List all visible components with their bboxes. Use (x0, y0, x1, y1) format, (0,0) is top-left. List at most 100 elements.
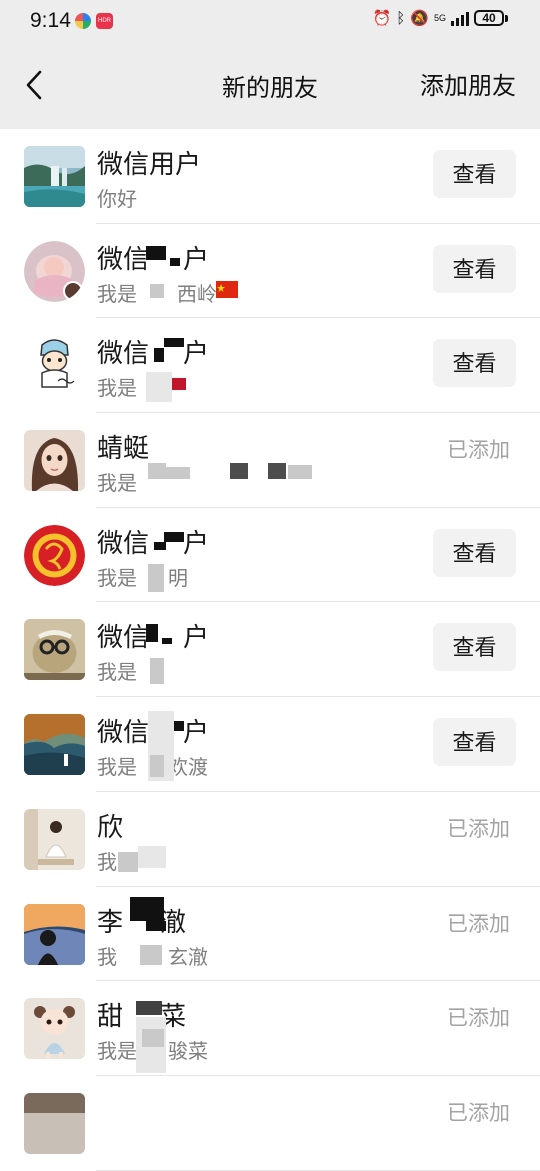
view-button[interactable]: 查看 (433, 339, 516, 388)
app-notification-icon (75, 13, 91, 29)
redaction (138, 845, 166, 868)
friend-name: 李 (97, 907, 124, 938)
redaction (142, 1029, 164, 1048)
friend-name: 微信 (97, 339, 150, 370)
friend-request-list: 微信用户 你好 查看 微信 户 我是 西岭 查看 微信 户 我是 查看 蜻蜓 我… (0, 129, 540, 1171)
friend-message-tail: 西岭 (177, 281, 217, 306)
friend-name-tail: 户 (183, 244, 210, 275)
redaction (172, 378, 186, 391)
redaction (288, 465, 312, 480)
battery-tip (505, 14, 508, 22)
avatar (24, 1092, 85, 1154)
redaction (146, 245, 166, 260)
friend-request-row[interactable]: 微信 户 我是 明 查看 (0, 508, 540, 603)
friend-name: 微信 (97, 244, 150, 275)
friend-request-row[interactable]: 微信 户 我是 欢渡 查看 (0, 697, 540, 792)
friend-name: 蜻蜓 (97, 434, 150, 465)
redaction (166, 467, 190, 480)
redaction (130, 896, 164, 921)
friend-request-row[interactable]: 欣 我 已添加 (0, 792, 540, 887)
friend-message: 我是 (97, 565, 137, 590)
avatar (24, 430, 85, 492)
friend-request-row[interactable]: 蜻蜓 我是 已添加 (0, 413, 540, 508)
friend-request-row[interactable]: 微信 户 我是 西岭 查看 (0, 224, 540, 319)
friend-name: 微信 (97, 718, 150, 749)
friend-message: 我是 (97, 376, 137, 401)
friend-message: 我是 (97, 471, 137, 496)
friend-request-row[interactable]: 微信 户 我是 查看 (0, 602, 540, 697)
nav-bar: 新的朋友 添加朋友 (0, 44, 540, 129)
redaction (148, 563, 164, 592)
friend-name-tail: 户 (183, 718, 210, 749)
status-bar: 9:14 HDR ⏰ ᛒ 🔕 5G 40 (0, 0, 540, 44)
redaction (146, 372, 172, 403)
redaction (170, 257, 180, 266)
friend-message-tail: 欢渡 (168, 755, 208, 780)
redaction (164, 531, 184, 542)
redaction (164, 338, 184, 348)
friend-message: 我 (97, 944, 117, 969)
view-button[interactable]: 查看 (433, 623, 516, 672)
network-type: 5G (433, 12, 446, 23)
view-button[interactable]: 查看 (433, 718, 516, 767)
friend-message: 我是 (97, 755, 137, 780)
bluetooth-icon: ᛒ (396, 9, 406, 27)
status-icons: ⏰ ᛒ 🔕 5G 40 (373, 9, 508, 27)
friend-message-tail: 明 (168, 565, 188, 590)
friend-name-tail: 户 (183, 623, 210, 654)
avatar (24, 524, 85, 586)
avatar (24, 714, 85, 776)
friend-name: 微信 (97, 623, 150, 654)
view-button[interactable]: 查看 (433, 244, 516, 293)
redaction (150, 755, 164, 778)
added-status: 已添加 (447, 1006, 510, 1031)
redaction (268, 463, 286, 480)
redaction (162, 638, 172, 645)
redaction (154, 348, 164, 363)
signal-icon (451, 10, 469, 26)
friend-request-row[interactable]: 甜 菜 我是 骏菜 已添加 (0, 981, 540, 1076)
added-status: 已添加 (447, 911, 510, 936)
friend-request-row[interactable]: 李 澈 我 玄澈 已添加 (0, 887, 540, 982)
status-time: 9:14 (30, 9, 71, 32)
friend-name: 欣 (97, 812, 124, 843)
add-friend-button[interactable]: 添加朋友 (420, 66, 516, 101)
friend-name-tail: 户 (183, 528, 210, 559)
friend-message: 我是 (97, 281, 137, 306)
friend-message: 我是 (97, 1039, 137, 1064)
friend-message-tail: 骏菜 (168, 1039, 208, 1064)
redaction (118, 851, 138, 872)
redaction (148, 463, 166, 480)
redaction (140, 944, 162, 965)
avatar (24, 240, 85, 302)
hdr-app-icon: HDR (96, 13, 113, 29)
redaction (150, 658, 164, 685)
alarm-icon: ⏰ (372, 9, 392, 27)
redaction (146, 624, 158, 643)
view-button[interactable]: 查看 (433, 528, 516, 577)
avatar (24, 808, 85, 870)
friend-name: 微信用户 (97, 150, 202, 180)
avatar (24, 998, 85, 1060)
view-button[interactable]: 查看 (433, 150, 516, 198)
redaction (230, 463, 248, 480)
china-flag-icon (216, 280, 238, 298)
redaction (146, 920, 166, 931)
battery-icon: 40 (474, 10, 504, 26)
friend-message: 我是 (97, 660, 137, 685)
avatar (24, 335, 85, 397)
friend-request-row[interactable]: 已添加 (0, 1076, 540, 1171)
redaction (150, 283, 164, 298)
added-status: 已添加 (447, 1100, 510, 1125)
friend-request-row[interactable]: 微信用户 你好 查看 (0, 129, 540, 224)
added-status: 已添加 (447, 816, 510, 841)
avatar (24, 146, 85, 207)
avatar (24, 903, 85, 965)
added-status: 已添加 (447, 438, 510, 463)
friend-request-row[interactable]: 微信 户 我是 查看 (0, 318, 540, 413)
friend-name: 微信 (97, 528, 150, 559)
friend-name-tail: 户 (183, 339, 210, 370)
redaction (136, 1001, 162, 1016)
bell-off-icon: 🔕 (410, 9, 429, 27)
avatar (24, 619, 85, 681)
